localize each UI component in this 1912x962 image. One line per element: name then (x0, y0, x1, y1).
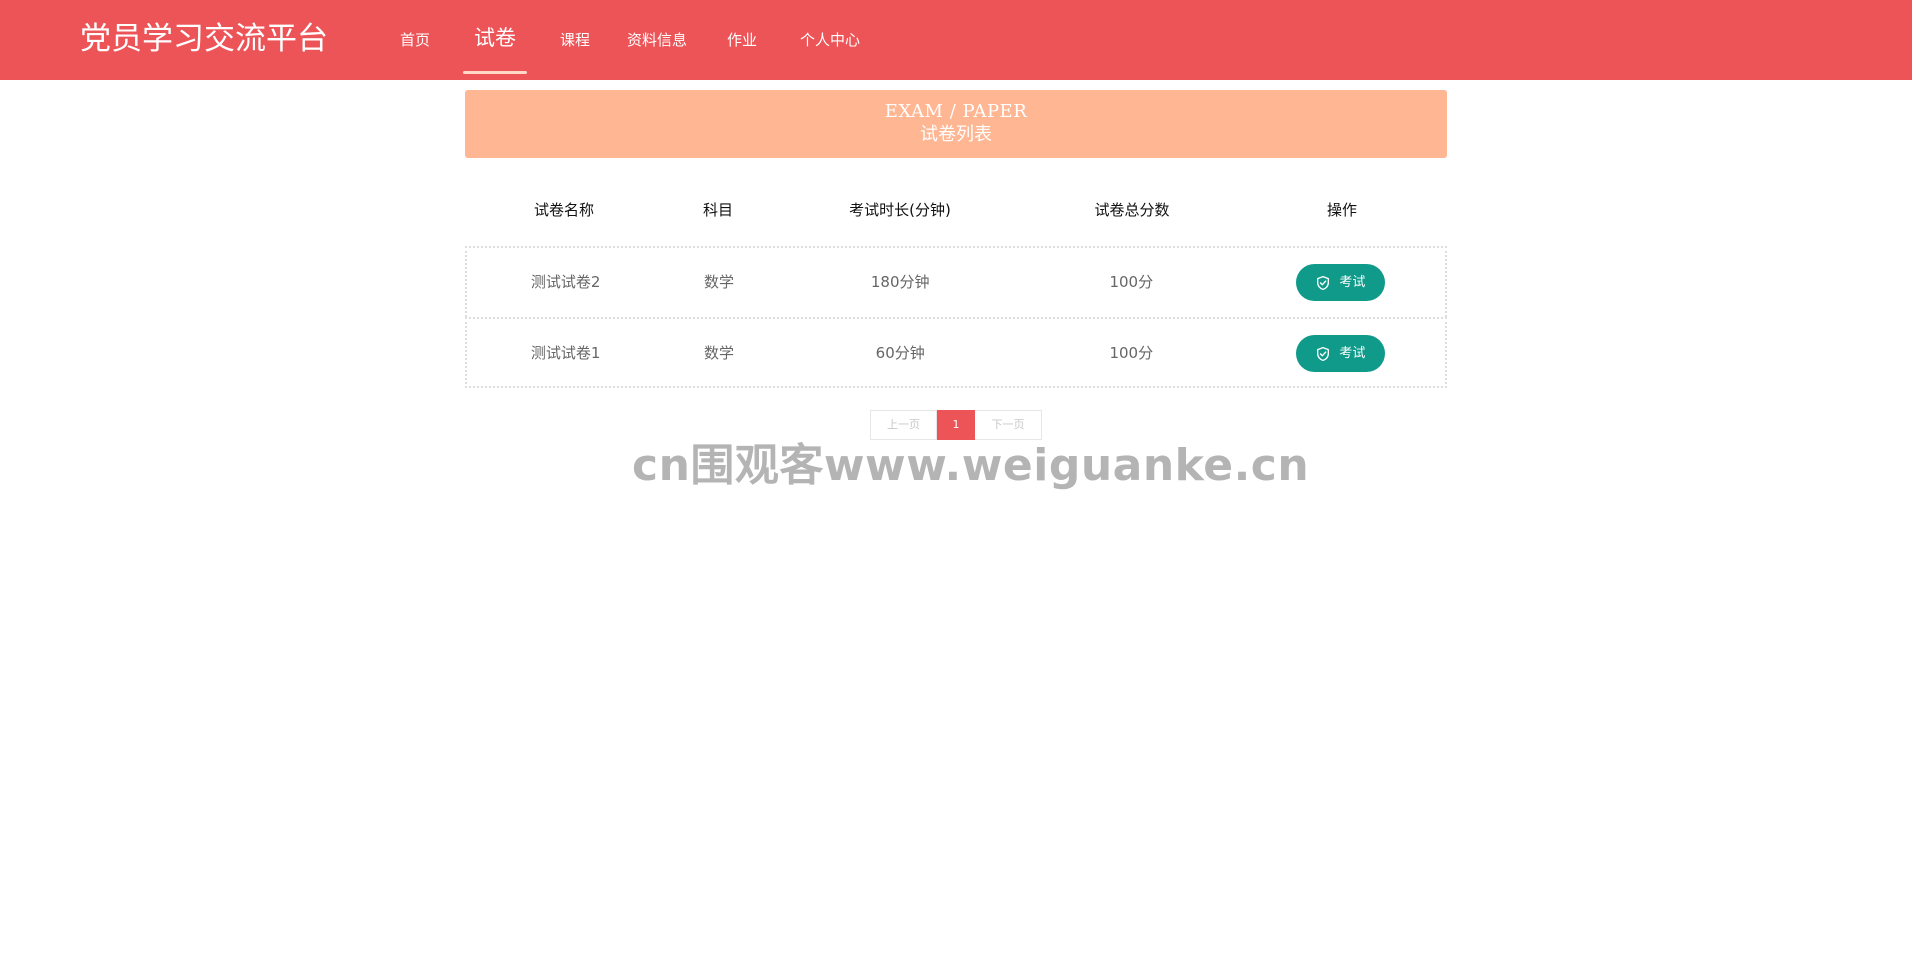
paper-subject: 数学 (703, 273, 734, 291)
banner-title-en: EXAM / PAPER (884, 101, 1028, 122)
start-exam-label: 考试 (1339, 345, 1366, 361)
paper-name: 测试试卷2 (530, 273, 601, 291)
shield-check-icon (1317, 275, 1330, 290)
prev-page-button[interactable]: 上一页 (870, 410, 937, 440)
action-cell: 考试 (1236, 248, 1445, 317)
nav-materials[interactable]: 资料信息 (624, 0, 690, 80)
nav-homework-label: 作业 (726, 31, 757, 49)
paper-duration: 60分钟 (875, 344, 925, 362)
table-header: 试卷名称 科目 考试时长(分钟) 试卷总分数 操作 (465, 180, 1447, 246)
active-nav-indicator (463, 71, 527, 74)
paper-total-score: 100分 (1109, 344, 1154, 362)
paper-subject: 数学 (703, 344, 734, 362)
start-exam-label: 考试 (1339, 274, 1366, 290)
top-navigation-bar: 党员学习交流平台 首页 试卷 课程 资料信息 作业 个人中心 (0, 0, 1912, 80)
nav-courses[interactable]: 课程 (555, 0, 595, 80)
action-cell: 考试 (1236, 319, 1445, 386)
shield-check-icon (1317, 346, 1330, 361)
table-row: 测试试卷1 数学 60分钟 100分 考试 (465, 317, 1447, 388)
paper-total-score: 100分 (1109, 273, 1154, 291)
watermark-text: cn围观客www.weiguanke.cn (632, 440, 1310, 491)
column-header-duration: 考试时长(分钟) (849, 201, 951, 219)
nav-home[interactable]: 首页 (395, 0, 435, 80)
site-title: 党员学习交流平台 (80, 21, 328, 57)
nav-courses-label: 课程 (559, 31, 590, 49)
start-exam-button[interactable]: 考试 (1295, 264, 1385, 301)
nav-exam-paper-label: 试卷 (474, 26, 516, 50)
nav-exam-paper[interactable]: 试卷 (463, 0, 527, 80)
nav-personal-center-label: 个人中心 (799, 31, 860, 49)
pagination: 上一页 1 下一页 (870, 410, 1042, 440)
column-header-subject: 科目 (702, 201, 733, 219)
current-page-button[interactable]: 1 (937, 410, 975, 440)
page-banner: EXAM / PAPER 试卷列表 (465, 90, 1447, 158)
banner-title-cn: 试卷列表 (920, 124, 992, 145)
paper-name: 测试试卷1 (530, 344, 601, 362)
next-page-button[interactable]: 下一页 (975, 410, 1042, 440)
nav-homework[interactable]: 作业 (722, 0, 762, 80)
exam-paper-table: 试卷名称 科目 考试时长(分钟) 试卷总分数 操作 测试试卷2 数学 180分钟… (465, 180, 1447, 388)
column-header-name: 试卷名称 (533, 201, 594, 219)
start-exam-button[interactable]: 考试 (1295, 335, 1385, 372)
paper-duration: 180分钟 (870, 273, 930, 291)
column-header-action: 操作 (1326, 201, 1357, 219)
nav-materials-label: 资料信息 (626, 31, 687, 49)
column-header-total-score: 试卷总分数 (1094, 201, 1170, 219)
nav-personal-center[interactable]: 个人中心 (797, 0, 863, 80)
nav-home-label: 首页 (399, 31, 430, 49)
table-row: 测试试卷2 数学 180分钟 100分 考试 (465, 246, 1447, 317)
